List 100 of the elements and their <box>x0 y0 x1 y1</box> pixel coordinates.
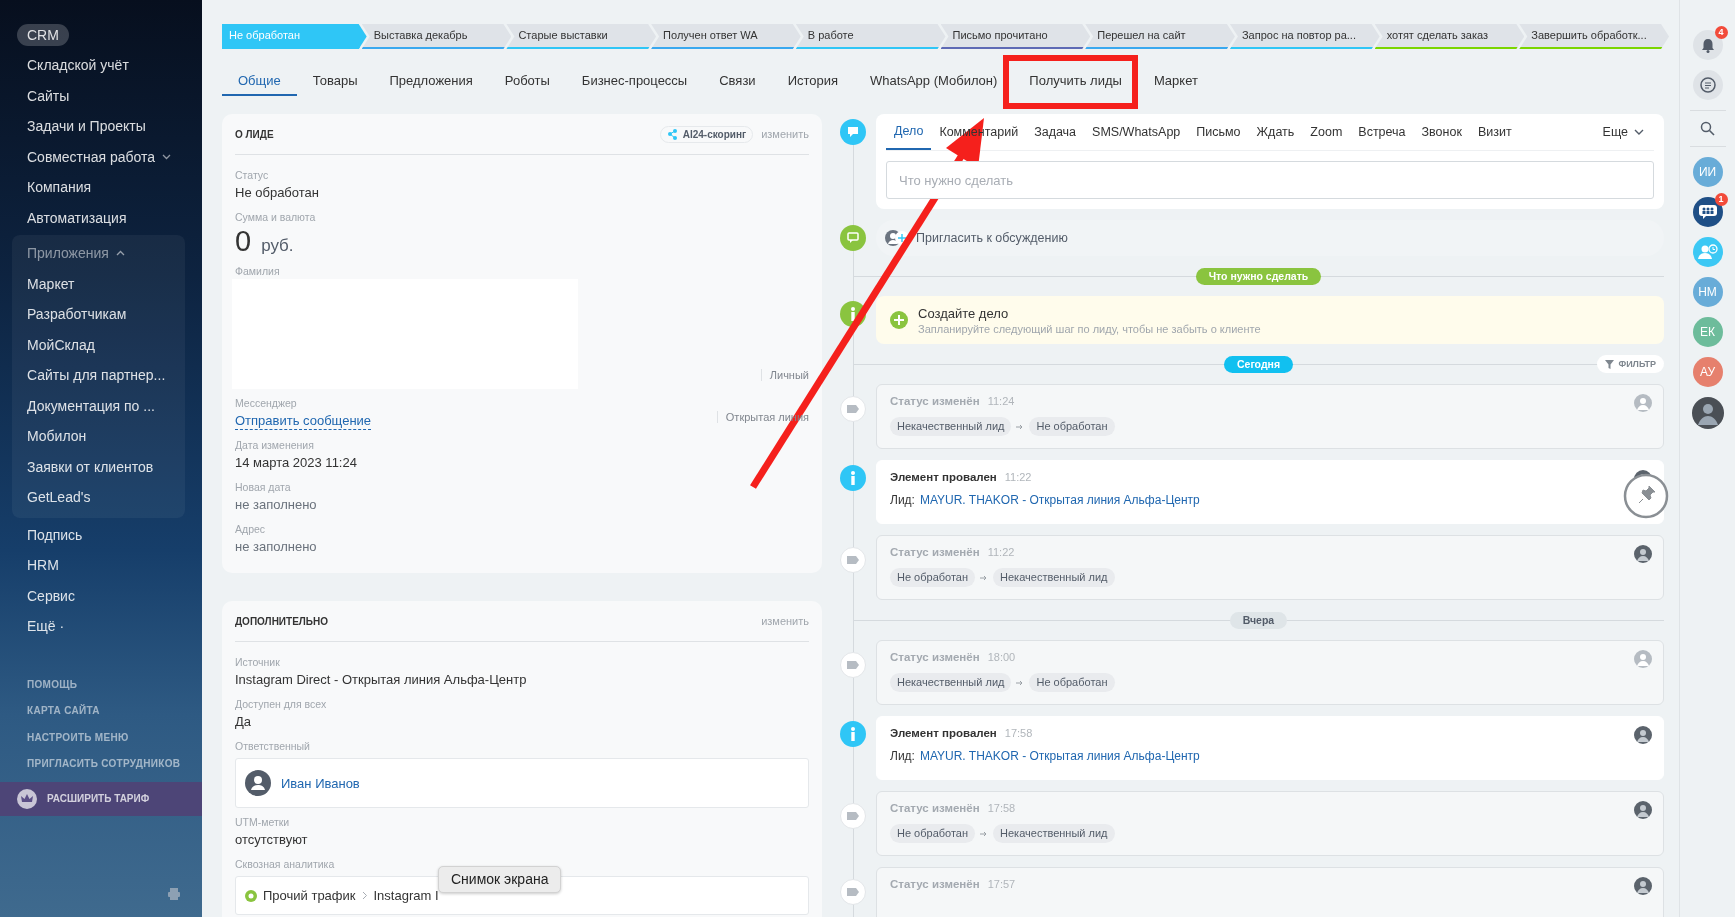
tab[interactable]: Связи <box>703 68 772 96</box>
sidebar-item[interactable]: Приложения <box>12 238 185 269</box>
source-label: Прочий трафик <box>263 888 356 903</box>
tag-icon <box>840 803 866 829</box>
todo-hint: Запланируйте следующий шаг по лиду, чтобы не забыть о клиенте <box>918 322 1261 335</box>
tab[interactable]: Предложения <box>373 68 489 96</box>
stage-step[interactable]: В работе <box>795 24 946 49</box>
event-time: 11:24 <box>987 395 1015 407</box>
tab[interactable]: Бизнес-процессы <box>565 68 704 96</box>
tab[interactable]: Маркет <box>1137 68 1214 96</box>
user-link[interactable]: Иван Иванов <box>281 775 360 791</box>
tab[interactable]: Получить лиды <box>1013 68 1138 96</box>
sidebar-item[interactable]: Сайты для партнер... <box>12 360 185 391</box>
tab[interactable]: WhatsApp (Мобилон) <box>854 68 1014 96</box>
sidebar-item[interactable]: Сервис <box>0 580 202 611</box>
pin-icon[interactable] <box>1623 473 1669 519</box>
date-divider: Сегодня <box>1223 355 1294 373</box>
upgrade-button[interactable]: РАСШИРИТЬ ТАРИФ <box>0 781 202 816</box>
activity-tab[interactable]: Визит <box>1469 115 1520 149</box>
activity-tab[interactable]: Zoom <box>1302 115 1351 149</box>
sidebar-item[interactable]: МойСклад <box>12 329 185 360</box>
stage-step[interactable]: Завершить обработк... <box>1519 24 1670 49</box>
event-title: Статус изменён <box>890 651 980 663</box>
field-value: отсутствуют <box>235 831 309 849</box>
stage-step[interactable]: Перешел на сайт <box>1085 24 1235 49</box>
sidebar-item[interactable]: Складской учёт <box>0 50 202 81</box>
search-icon[interactable] <box>1700 121 1715 136</box>
activity-tab[interactable]: Звонок <box>1413 115 1470 149</box>
activity-tab[interactable]: Задача <box>1026 115 1085 149</box>
sidebar-item[interactable]: Автоматизация <box>0 202 202 233</box>
todo-input[interactable]: Что нужно сделать <box>886 161 1654 199</box>
sidebar-link[interactable]: ПОМОЩЬ <box>0 671 202 698</box>
sidebar-item[interactable]: CRM <box>17 24 69 46</box>
activity-tab[interactable]: Ждать <box>1248 115 1303 149</box>
card-title: О ЛИДЕ <box>235 128 275 140</box>
event-time: 17:58 <box>987 802 1016 814</box>
event-title: Статус изменён <box>890 878 980 890</box>
status-chip: Не обработан <box>890 568 976 587</box>
lead-link[interactable]: MAYUR. THAKOR - Открытая линия Альфа-Центр <box>919 749 1200 763</box>
chevron-icon <box>1634 129 1644 135</box>
stage-step[interactable]: хотят сделать заказ <box>1374 24 1525 49</box>
field-label: Источник <box>235 655 281 670</box>
sidebar-item[interactable]: Совместная работа <box>0 141 202 172</box>
event-time: 17:57 <box>987 878 1016 890</box>
lead-link[interactable]: MAYUR. THAKOR - Открытая линия Альфа-Центр <box>919 493 1200 507</box>
event-time: 17:58 <box>1004 727 1033 739</box>
stage-step[interactable]: Выставка декабрь <box>361 24 512 49</box>
stage-step[interactable]: Письмо прочитано <box>940 24 1091 49</box>
stage-step[interactable]: Получен ответ WA <box>651 24 801 49</box>
event-title: Статус изменён <box>890 546 980 558</box>
notifications-button[interactable] <box>1692 30 1723 60</box>
field-label: Дата изменения <box>235 438 315 453</box>
sidebar-item[interactable]: Разработчикам <box>12 299 185 330</box>
arrow-icon <box>980 574 989 581</box>
tag-icon <box>840 879 866 905</box>
field-label: Доступен для всех <box>235 697 328 712</box>
activity-tab[interactable]: Встреча <box>1350 115 1414 149</box>
tab[interactable]: Общие <box>222 68 297 96</box>
sidebar-item[interactable]: Документация по ... <box>12 390 185 421</box>
sidebar-item[interactable]: Сайты <box>0 80 202 111</box>
activity-tab[interactable]: Письмо <box>1188 115 1249 149</box>
activity-tab[interactable]: Дело <box>886 114 932 150</box>
chat-icon <box>1699 77 1716 93</box>
stage-step[interactable]: Запрос на повтор ра... <box>1229 24 1380 49</box>
field-value: не заполнено <box>235 538 318 556</box>
group-chat-icon <box>1698 205 1717 219</box>
arrow-icon <box>980 830 989 837</box>
date-divider: Вчера <box>1229 611 1288 629</box>
sidebar-item[interactable]: Маркет <box>12 268 185 299</box>
lead-label: Лид: <box>890 749 915 763</box>
group-chat-button[interactable] <box>1692 197 1723 227</box>
tab[interactable]: История <box>771 68 855 96</box>
filter-button[interactable]: ФИЛЬТР <box>1597 355 1664 373</box>
sidebar-item[interactable]: Заявки от клиентов <box>12 451 185 482</box>
activity-tab[interactable]: SMS/WhatsApp <box>1084 115 1189 149</box>
sidebar-item[interactable]: Мобилон <box>12 421 185 452</box>
sidebar-item[interactable]: GetLead's <box>12 482 185 513</box>
sidebar-item[interactable]: Компания <box>0 172 202 203</box>
event-title: Статус изменён <box>890 802 980 814</box>
sidebar-item[interactable]: HRM <box>0 550 202 581</box>
comment-icon <box>840 225 866 251</box>
send-message-link[interactable]: Отправить сообщение <box>235 412 372 430</box>
bell-icon <box>1700 37 1715 53</box>
field-label: Статус <box>235 168 270 183</box>
crown-icon <box>17 788 37 809</box>
chat-button[interactable] <box>1692 70 1723 100</box>
sidebar-item[interactable]: Задачи и Проекты <box>0 111 202 142</box>
sidebar-item[interactable]: Подпись <box>0 519 202 550</box>
tab[interactable]: Товары <box>296 68 374 96</box>
field-value: Instagram Direct - Открытая линия Альфа-Центр <box>235 671 528 689</box>
user-avatar-icon[interactable] <box>1691 397 1724 429</box>
tab[interactable]: Роботы <box>488 68 566 96</box>
date-divider: Что нужно сделать <box>1195 267 1322 285</box>
lead-label: Лид: <box>890 493 915 507</box>
nodes-icon <box>666 128 678 140</box>
stage-step[interactable]: Старые выставки <box>506 24 657 49</box>
field-value: Не обработан <box>235 184 320 202</box>
info-icon <box>840 465 866 491</box>
sidebar-item[interactable]: Ещё · <box>0 611 202 642</box>
more-button[interactable]: Еще <box>1602 125 1654 139</box>
